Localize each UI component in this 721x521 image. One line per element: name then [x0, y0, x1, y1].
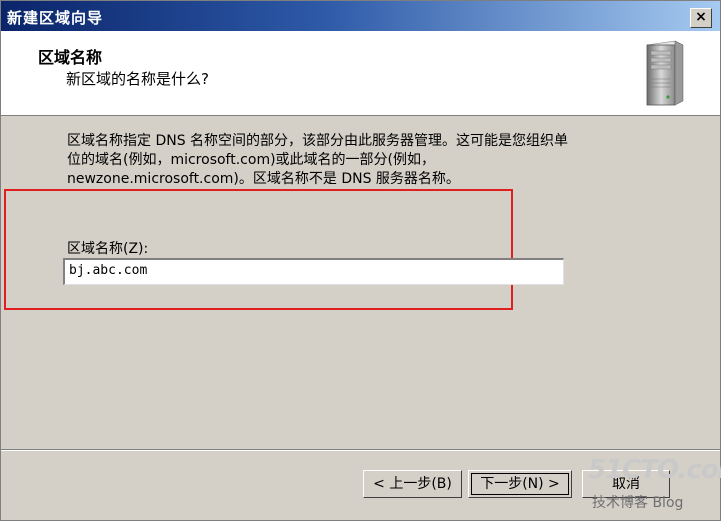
close-icon: ×	[695, 9, 707, 25]
next-button[interactable]: 下一步(N) >	[468, 470, 572, 498]
zone-name-label: 区域名称(Z):	[67, 241, 149, 257]
back-button[interactable]: < 上一步(B)	[363, 470, 462, 498]
description-line: 区域名称指定 DNS 名称空间的部分，该部分由此服务器管理。这可能是您组织单	[67, 133, 569, 149]
description-line: 位的域名(例如，microsoft.com)或此域名的一部分(例如，	[67, 152, 436, 168]
server-icon	[646, 40, 684, 106]
close-button[interactable]: ×	[690, 8, 712, 28]
description-text: 区域名称指定 DNS 名称空间的部分，该部分由此服务器管理。这可能是您组织单 位…	[67, 132, 687, 189]
watermark: 51CTO.com 技术博客 Blog	[588, 455, 721, 515]
page-title: 区域名称	[38, 48, 103, 67]
button-separator	[1, 449, 720, 451]
page-subtitle: 新区域的名称是什么?	[66, 70, 209, 88]
wizard-window: 新建区域向导 × 区域名称 新区域的名称是什么? 区域名称指定 DNS 名称空间…	[0, 0, 721, 521]
wizard-header: 区域名称 新区域的名称是什么?	[1, 31, 720, 116]
description-line: newzone.microsoft.com)。区域名称不是 DNS 服务器名称。	[67, 171, 460, 187]
window-title: 新建区域向导	[7, 9, 104, 27]
watermark-caption: 技术博客 Blog	[592, 495, 684, 511]
zone-name-input[interactable]: bj.abc.com	[63, 258, 564, 285]
watermark-site: 51CTO.com	[588, 455, 721, 485]
title-bar[interactable]: 新建区域向导 ×	[1, 1, 720, 31]
